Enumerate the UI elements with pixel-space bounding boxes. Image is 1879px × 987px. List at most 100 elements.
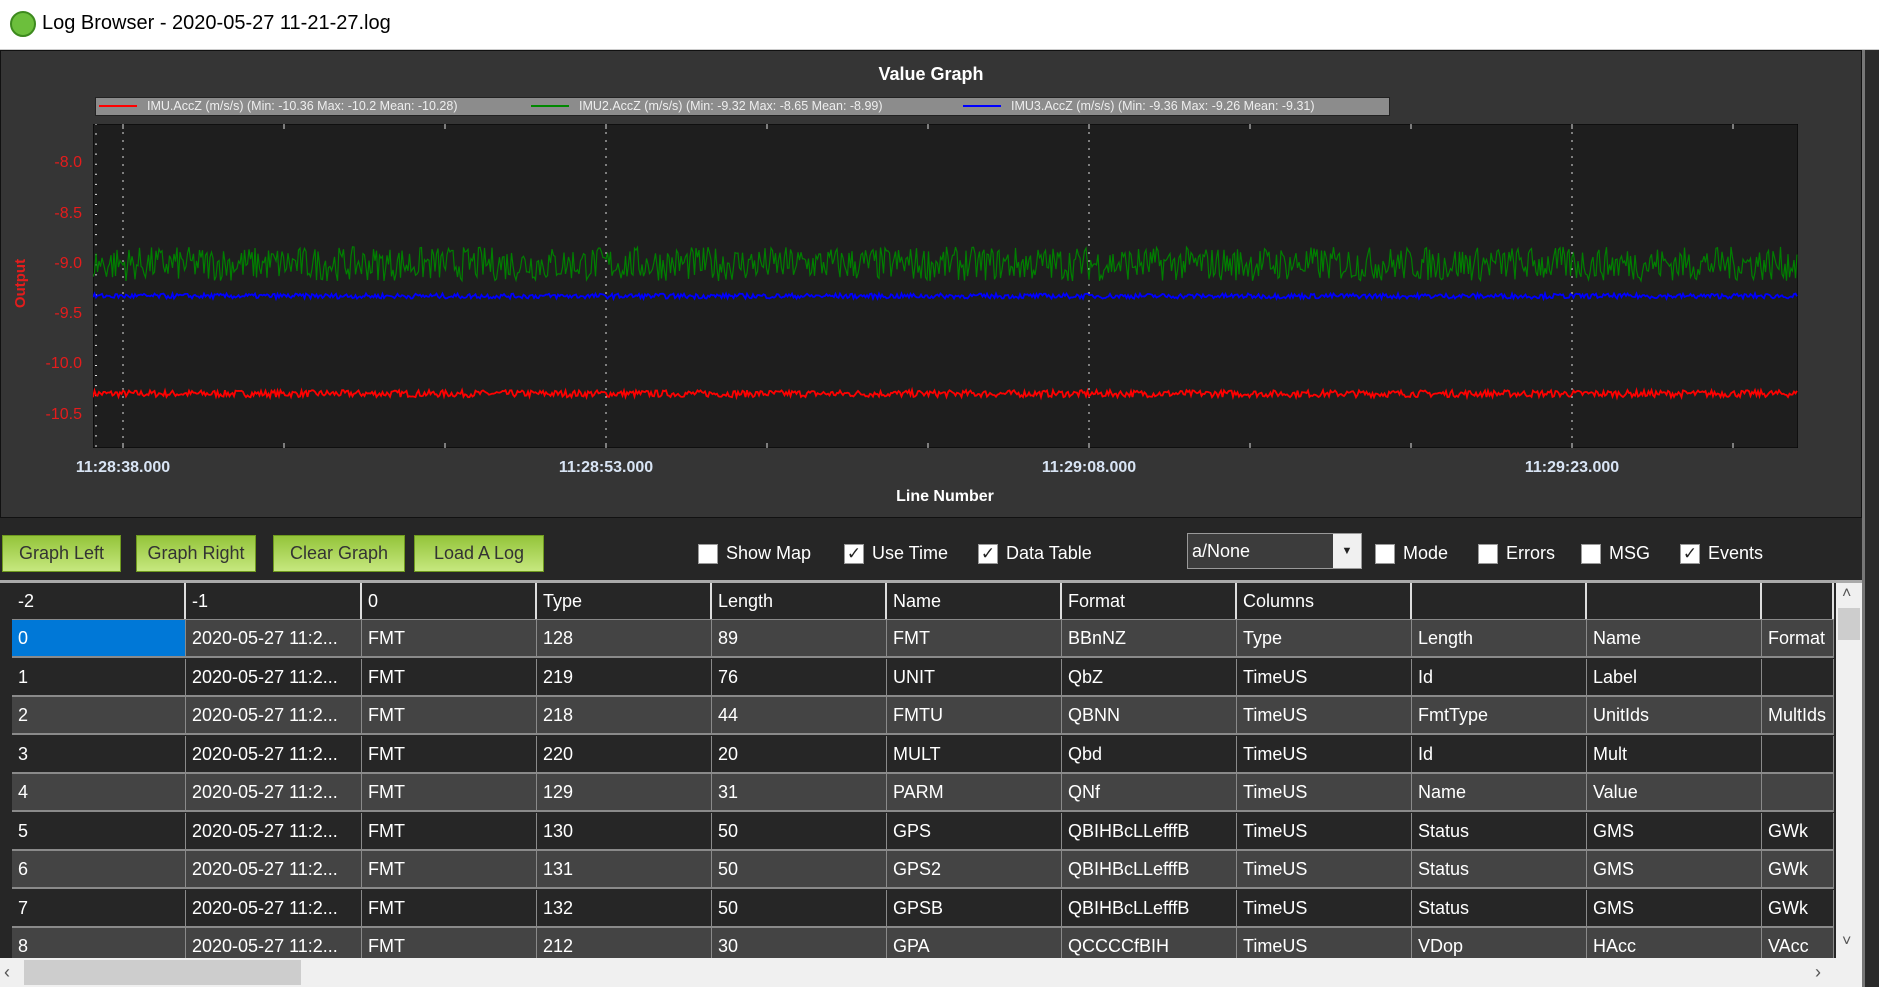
- table-cell[interactable]: 218: [537, 697, 712, 733]
- table-row[interactable]: 1 2020-05-27 11:2... FMT 219 76 UNIT QbZ TimeUS…: [12, 658, 1834, 697]
- msg-checkbox[interactable]: MSG: [1581, 543, 1650, 564]
- table-cell[interactable]: GMS: [1587, 889, 1762, 926]
- column-header[interactable]: -2: [12, 583, 186, 619]
- table-cell[interactable]: 220: [537, 735, 712, 772]
- table-cell[interactable]: GPA: [887, 928, 1062, 958]
- checkmark-icon[interactable]: ✓: [844, 543, 864, 564]
- scroll-down-icon[interactable]: ˅: [1842, 933, 1851, 951]
- table-cell[interactable]: 212: [537, 928, 712, 958]
- table-cell[interactable]: MULT: [887, 735, 1062, 772]
- table-cell[interactable]: GWk: [1762, 812, 1834, 849]
- graph-left-button[interactable]: Graph Left: [2, 535, 121, 572]
- table-cell[interactable]: 2020-05-27 11:2...: [186, 851, 362, 887]
- table-cell[interactable]: Qbd: [1062, 735, 1237, 772]
- table-cell[interactable]: 6: [12, 851, 186, 887]
- checkbox-box[interactable]: [698, 543, 718, 564]
- message-type-dropdown[interactable]: a/None ▼: [1187, 533, 1362, 569]
- table-cell[interactable]: QBNN: [1062, 697, 1237, 733]
- table-cell[interactable]: 89: [712, 620, 887, 656]
- table-cell[interactable]: 132: [537, 889, 712, 926]
- table-cell[interactable]: 2020-05-27 11:2...: [186, 735, 362, 772]
- checkbox-box[interactable]: [1478, 543, 1498, 564]
- plot-area[interactable]: [93, 124, 1798, 448]
- horizontal-scrollbar[interactable]: ‹ ›: [0, 958, 1862, 987]
- table-cell[interactable]: QBIHBcLLefffB: [1062, 812, 1237, 849]
- table-cell[interactable]: Value: [1587, 774, 1762, 810]
- table-cell[interactable]: TimeUS: [1237, 851, 1412, 887]
- table-cell[interactable]: QBIHBcLLefffB: [1062, 889, 1237, 926]
- checkbox-box[interactable]: [1375, 543, 1395, 564]
- table-cell[interactable]: QbZ: [1062, 658, 1237, 695]
- table-cell[interactable]: GMS: [1587, 812, 1762, 849]
- table-cell[interactable]: 50: [712, 851, 887, 887]
- table-cell[interactable]: Format: [1762, 620, 1834, 656]
- table-cell[interactable]: FMT: [362, 658, 537, 695]
- table-cell[interactable]: FMT: [362, 697, 537, 733]
- table-cell[interactable]: Mult: [1587, 735, 1762, 772]
- table-cell[interactable]: FMTU: [887, 697, 1062, 733]
- table-cell[interactable]: Status: [1412, 889, 1587, 926]
- table-cell[interactable]: 130: [537, 812, 712, 849]
- table-cell[interactable]: FMT: [362, 620, 537, 656]
- table-cell[interactable]: Name: [1587, 620, 1762, 656]
- column-header[interactable]: [1412, 583, 1587, 619]
- table-cell[interactable]: 0: [12, 620, 186, 656]
- table-cell[interactable]: TimeUS: [1237, 889, 1412, 926]
- table-cell[interactable]: 3: [12, 735, 186, 772]
- table-cell[interactable]: 5: [12, 812, 186, 849]
- table-cell[interactable]: [1762, 735, 1834, 772]
- table-row[interactable]: 3 2020-05-27 11:2... FMT 220 20 MULT Qbd TimeUS…: [12, 735, 1834, 774]
- table-cell[interactable]: TimeUS: [1237, 658, 1412, 695]
- table-cell[interactable]: 50: [712, 812, 887, 849]
- table-cell[interactable]: FMT: [362, 851, 537, 887]
- table-cell[interactable]: Type: [1237, 620, 1412, 656]
- mode-checkbox[interactable]: Mode: [1375, 543, 1448, 564]
- checkmark-icon[interactable]: ✓: [978, 543, 998, 564]
- table-cell[interactable]: 1: [12, 658, 186, 695]
- table-cell[interactable]: TimeUS: [1237, 774, 1412, 810]
- scroll-thumb[interactable]: [24, 960, 301, 985]
- scroll-left-icon[interactable]: ‹: [4, 962, 10, 983]
- table-cell[interactable]: FMT: [887, 620, 1062, 656]
- table-cell[interactable]: Label: [1587, 658, 1762, 695]
- column-header[interactable]: Length: [712, 583, 887, 619]
- table-cell[interactable]: 50: [712, 889, 887, 926]
- table-row[interactable]: 8 2020-05-27 11:2... FMT 212 30 GPA QCCCCfBIH T…: [12, 928, 1834, 958]
- table-row[interactable]: 2 2020-05-27 11:2... FMT 218 44 FMTU QBNN TimeU…: [12, 697, 1834, 735]
- table-cell[interactable]: 8: [12, 928, 186, 958]
- table-cell[interactable]: [1762, 658, 1834, 695]
- table-cell[interactable]: 4: [12, 774, 186, 810]
- table-cell[interactable]: 44: [712, 697, 887, 733]
- table-cell[interactable]: 76: [712, 658, 887, 695]
- table-cell[interactable]: 2020-05-27 11:2...: [186, 697, 362, 733]
- column-header[interactable]: -1: [186, 583, 362, 619]
- column-header[interactable]: [1762, 583, 1834, 619]
- vertical-scrollbar[interactable]: ˄ ˅: [1836, 583, 1862, 958]
- table-cell[interactable]: QCCCCfBIH: [1062, 928, 1237, 958]
- errors-checkbox[interactable]: Errors: [1478, 543, 1555, 564]
- table-cell[interactable]: Id: [1412, 658, 1587, 695]
- table-cell[interactable]: FMT: [362, 735, 537, 772]
- table-cell[interactable]: HAcc: [1587, 928, 1762, 958]
- table-cell[interactable]: PARM: [887, 774, 1062, 810]
- table-cell[interactable]: 2020-05-27 11:2...: [186, 889, 362, 926]
- table-cell[interactable]: UnitIds: [1587, 697, 1762, 733]
- table-row[interactable]: 6 2020-05-27 11:2... FMT 131 50 GPS2 QBIHBcLLe…: [12, 851, 1834, 889]
- checkmark-icon[interactable]: ✓: [1680, 543, 1700, 564]
- table-cell[interactable]: GWk: [1762, 851, 1834, 887]
- column-header[interactable]: Columns: [1237, 583, 1412, 619]
- table-cell[interactable]: FMT: [362, 812, 537, 849]
- table-cell[interactable]: Status: [1412, 851, 1587, 887]
- table-cell[interactable]: VDop: [1412, 928, 1587, 958]
- table-cell[interactable]: 2020-05-27 11:2...: [186, 620, 362, 656]
- table-cell[interactable]: [1762, 774, 1834, 810]
- table-cell[interactable]: Status: [1412, 812, 1587, 849]
- table-cell[interactable]: 2020-05-27 11:2...: [186, 812, 362, 849]
- table-cell[interactable]: QNf: [1062, 774, 1237, 810]
- data-table[interactable]: -2 -1 0 Type Length Name Format Columns 0 2020-05…: [0, 580, 1862, 958]
- table-cell[interactable]: TimeUS: [1237, 812, 1412, 849]
- table-row[interactable]: 5 2020-05-27 11:2... FMT 130 50 GPS QBIHBcLLef…: [12, 812, 1834, 851]
- table-cell[interactable]: FMT: [362, 889, 537, 926]
- table-cell[interactable]: 2020-05-27 11:2...: [186, 928, 362, 958]
- table-cell[interactable]: 30: [712, 928, 887, 958]
